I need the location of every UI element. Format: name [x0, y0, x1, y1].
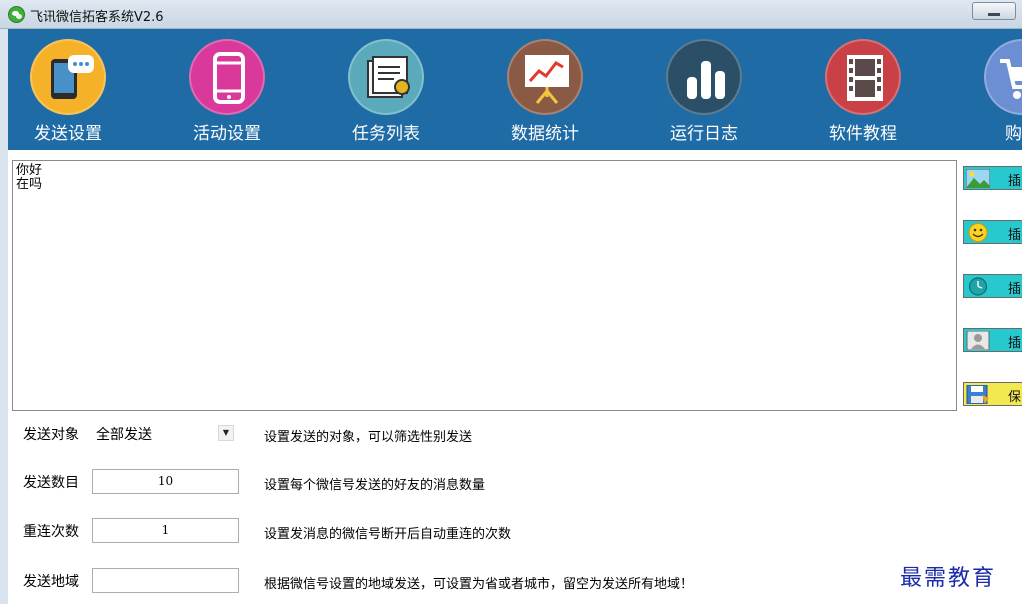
message-textarea[interactable]: 你好 在吗: [12, 160, 957, 411]
reconnect-count-label: 重连次数: [23, 524, 79, 540]
window-left-edge: [0, 29, 8, 604]
message-line: 你好: [16, 163, 43, 178]
reconnect-count-desc: 设置发消息的微信号断开后自动重连的次数: [264, 527, 512, 542]
tool-tutorial[interactable]: 软件教程: [803, 39, 923, 149]
dropdown-arrow-icon[interactable]: ▼: [218, 425, 234, 441]
tool-label: 购买: [1005, 124, 1022, 144]
insert-contact-label: 插: [1008, 336, 1022, 351]
tool-run-log[interactable]: 运行日志: [644, 39, 764, 149]
insert-time-label: 插: [1008, 282, 1022, 297]
window-title: 飞讯微信拓客系统V2.6: [30, 10, 164, 25]
tool-label: 数据统计: [511, 124, 579, 144]
save-button[interactable]: 保: [963, 382, 1022, 406]
tool-purchase[interactable]: 购买: [962, 39, 1022, 149]
insert-image-button[interactable]: 插: [963, 166, 1022, 190]
film-icon: [825, 39, 901, 115]
main-toolbar: 发送设置 活动设置 任务列表 数据统计 运行日志 软件教程 购: [8, 29, 1022, 150]
tool-activity-settings[interactable]: 活动设置: [167, 39, 287, 149]
save-label: 保: [1008, 390, 1022, 405]
presentation-chart-icon: [507, 39, 583, 115]
smiley-icon: [968, 223, 988, 242]
send-target-select[interactable]: 全部发送 ▼: [92, 421, 239, 445]
tool-label: 发送设置: [34, 124, 102, 144]
insert-emoji-label: 插: [1008, 228, 1022, 243]
message-line: 在吗: [16, 177, 43, 192]
tool-label: 运行日志: [670, 124, 738, 144]
watermark-text: 最需教育: [900, 566, 997, 591]
send-target-desc: 设置发送的对象，可以筛选性别发送: [264, 430, 473, 445]
send-region-desc: 根据微信号设置的地域发送，可设置为省或者城市，留空为发送所有地域！: [264, 577, 694, 592]
reconnect-count-input[interactable]: 1: [92, 518, 239, 543]
phone-chat-icon: [30, 39, 106, 115]
tool-label: 活动设置: [193, 124, 261, 144]
shopping-cart-icon: [984, 39, 1022, 115]
insert-emoji-button[interactable]: 插: [963, 220, 1022, 244]
tool-label: 软件教程: [829, 124, 897, 144]
send-count-desc: 设置每个微信号发送的好友的消息数量: [264, 478, 486, 493]
bar-chart-icon: [666, 39, 742, 115]
clock-icon: [968, 277, 988, 296]
wechat-app-icon: [8, 6, 25, 23]
tool-label: 任务列表: [352, 124, 420, 144]
tool-statistics[interactable]: 数据统计: [485, 39, 605, 149]
send-count-label: 发送数目: [23, 475, 79, 491]
certificate-list-icon: [348, 39, 424, 115]
minimize-button[interactable]: [972, 2, 1016, 20]
send-region-input[interactable]: [92, 568, 239, 593]
insert-image-label: 插: [1008, 174, 1022, 189]
insert-time-button[interactable]: 插: [963, 274, 1022, 298]
insert-contact-button[interactable]: 插: [963, 328, 1022, 352]
tool-task-list[interactable]: 任务列表: [326, 39, 446, 149]
contact-card-icon: [966, 331, 990, 350]
mobile-phone-icon: [189, 39, 265, 115]
tool-send-settings[interactable]: 发送设置: [8, 39, 128, 149]
window-titlebar: 飞讯微信拓客系统V2.6: [0, 0, 1022, 29]
send-target-value: 全部发送: [96, 427, 152, 443]
image-icon: [966, 169, 990, 188]
save-icon: [966, 385, 989, 404]
send-count-input[interactable]: 10: [92, 469, 239, 494]
send-target-label: 发送对象: [23, 427, 79, 443]
send-region-label: 发送地域: [23, 574, 79, 590]
